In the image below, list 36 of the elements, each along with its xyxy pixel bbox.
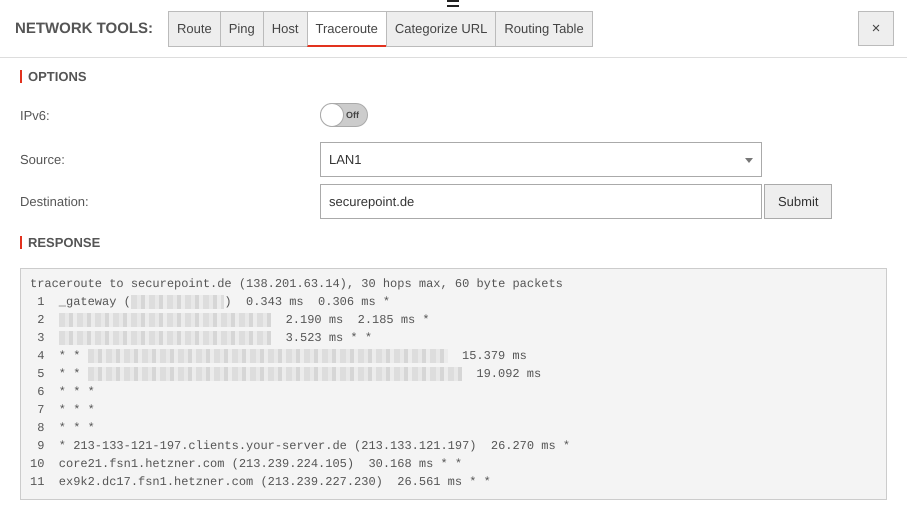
destination-field[interactable]: securepoint.de (320, 184, 762, 218)
menu-icon[interactable] (447, 0, 459, 8)
console-line: 15.379 ms (461, 349, 527, 363)
submit-button[interactable]: Submit (764, 184, 832, 218)
console-line: 5 * * (36, 367, 82, 381)
close-button[interactable]: × (858, 11, 894, 46)
tab[interactable]: Route (168, 10, 221, 46)
tab[interactable]: Categorize URL (386, 10, 496, 46)
field-label: Destination: (20, 194, 90, 208)
page-title: NETWORK TOOLS: (15, 20, 154, 37)
console-line: 1 _gateway ( (36, 295, 131, 309)
field-label: IPv6: (20, 108, 51, 122)
section-heading: OPTIONS (20, 70, 87, 83)
console-line: 3.523 ms * * (284, 331, 372, 345)
console-line: 10 core21.fsn1.hetzner.com (213.239.224.105) 30.168 ms * * (30, 457, 462, 471)
tab[interactable]: Routing Table (495, 10, 593, 46)
tab[interactable]: Traceroute (306, 10, 387, 46)
console-line: 6 * * * (36, 385, 95, 399)
console-line: 2.190 ms 2.185 ms * (284, 313, 430, 327)
toggle-switch[interactable]: Off (320, 103, 368, 127)
section-heading: RESPONSE (20, 236, 100, 249)
console-line: traceroute to securepoint.de (138.201.63.14), 30 hops max, 60 byte packets (30, 277, 563, 291)
tab[interactable]: Host (262, 10, 308, 46)
console-line: 11 ex9k2.dc17.fsn1.hetzner.com (213.239.227.230) 26.561 ms * * (30, 475, 491, 489)
console-line: 9 * 213-133-121-197.clients.your-server.de (213.133.121.197) 26.270 ms * (36, 439, 570, 453)
console-line: 3 (36, 331, 46, 345)
console-line: ) 0.343 ms 0.306 ms * (224, 295, 390, 309)
caret-icon (745, 158, 753, 162)
console-line: 2 (36, 313, 46, 327)
source-dropdown[interactable]: LAN1 (320, 142, 762, 176)
field-label: Source: (20, 152, 66, 166)
tab[interactable]: Ping (220, 10, 264, 46)
console-line: 8 * * * (36, 421, 95, 435)
console-line: 7 * * * (36, 403, 95, 417)
console-line: 4 * * (36, 349, 82, 363)
console-line: 19.092 ms (475, 367, 542, 381)
